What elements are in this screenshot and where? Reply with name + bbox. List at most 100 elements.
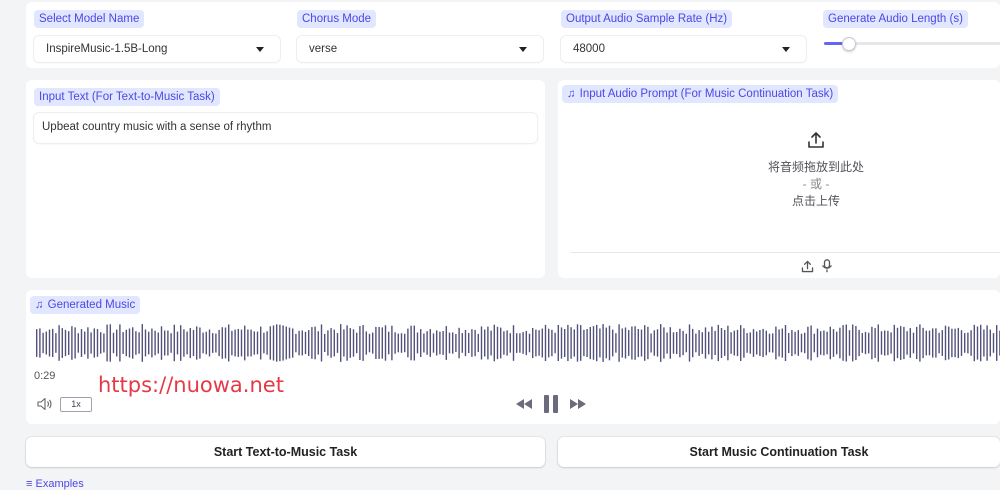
audio-prompt-label: ♫ Input Audio Prompt (For Music Continuat… xyxy=(562,85,839,103)
waveform-bar xyxy=(637,329,639,357)
waveform-bar xyxy=(84,331,86,355)
waveform-bar xyxy=(468,332,470,354)
waveform-bar xyxy=(423,333,425,353)
waveform-bar xyxy=(512,325,515,361)
waveform-bar xyxy=(36,329,38,357)
slider-thumb[interactable] xyxy=(842,37,856,51)
waveform-bar xyxy=(743,328,745,358)
waveform-bar xyxy=(439,331,441,355)
waveform-bar xyxy=(343,329,345,357)
waveform-bar xyxy=(608,325,611,361)
waveform-bar xyxy=(855,326,857,361)
waveform-bar xyxy=(954,328,956,358)
waveform-bar xyxy=(311,327,313,359)
fast-forward-icon[interactable] xyxy=(569,398,587,410)
waveform-bar xyxy=(778,329,780,357)
music-note-icon: ♫ xyxy=(567,88,576,100)
waveform-bar xyxy=(663,327,665,359)
chorus-select-value: verse xyxy=(309,43,338,55)
waveform-bar xyxy=(240,329,243,357)
waveform-bar xyxy=(900,326,902,360)
waveform-bar xyxy=(263,332,265,354)
input-text-panel xyxy=(26,80,545,278)
chorus-select[interactable]: verse xyxy=(297,36,543,62)
waveform-bar xyxy=(192,330,195,356)
length-slider[interactable] xyxy=(824,37,1000,51)
waveform-bar xyxy=(772,333,774,353)
waveform-bar xyxy=(378,327,380,359)
waveform-bar xyxy=(413,325,415,361)
waveform-bar xyxy=(573,329,575,357)
waveform-bar xyxy=(474,329,476,357)
waveform-bar xyxy=(644,325,646,361)
waveform-bar xyxy=(256,331,259,355)
waveform-bar xyxy=(877,324,879,362)
waveform-bar xyxy=(826,331,828,355)
waveform-bar xyxy=(304,331,307,355)
waveform-bar xyxy=(932,328,934,358)
waveform-bar xyxy=(874,328,876,358)
pause-icon[interactable] xyxy=(544,395,558,413)
waveform-bar xyxy=(234,329,236,357)
waveform-bar xyxy=(349,328,351,358)
model-select[interactable]: InspireMusic-1.5B-Long xyxy=(34,36,280,62)
waveform-bar xyxy=(919,324,921,362)
waveform-bar xyxy=(96,329,99,357)
waveform-bar xyxy=(656,329,659,357)
waveform-bar xyxy=(327,330,329,356)
waveform-bar xyxy=(80,329,83,357)
waveform-bar xyxy=(186,331,188,355)
playback-speed-button[interactable]: 1x xyxy=(60,397,92,412)
waveform-bar xyxy=(138,332,140,354)
waveform-bar xyxy=(333,329,335,357)
sample-rate-select[interactable]: 48000 xyxy=(561,36,806,62)
waveform-bar xyxy=(205,331,207,355)
waveform-bar xyxy=(384,325,387,361)
waveform-bar xyxy=(480,326,483,360)
waveform-bar xyxy=(922,327,924,359)
waveform-bar xyxy=(711,326,713,360)
rewind-icon[interactable] xyxy=(515,398,533,410)
waveform-bar xyxy=(551,329,553,357)
waveform-bar xyxy=(400,333,403,353)
sample-rate-label: Output Audio Sample Rate (Hz) xyxy=(561,10,733,28)
waveform-bar xyxy=(228,324,230,362)
waveform-bar xyxy=(176,331,179,355)
waveform-bar xyxy=(884,330,886,356)
dropzone-click-text: 点击上传 xyxy=(791,194,840,208)
examples-header[interactable]: ≡ Examples xyxy=(26,478,84,490)
volume-icon[interactable] xyxy=(37,397,53,411)
waveform-bar xyxy=(452,332,454,354)
waveform-bar xyxy=(119,324,121,362)
chevron-down-icon xyxy=(782,47,790,52)
waveform[interactable] xyxy=(34,322,1000,364)
chevron-down-icon xyxy=(519,47,527,52)
waveform-bar xyxy=(68,331,70,355)
waveform-bar xyxy=(839,327,841,359)
waveform-bar xyxy=(525,331,527,356)
start-music-continuation-button[interactable]: Start Music Continuation Task xyxy=(558,437,1000,467)
waveform-bar xyxy=(144,329,147,357)
waveform-bar xyxy=(647,326,649,360)
start-text-to-music-button[interactable]: Start Text-to-Music Task xyxy=(26,437,545,467)
waveform-bar xyxy=(634,326,636,360)
microphone-icon[interactable] xyxy=(821,259,833,273)
waveform-bar xyxy=(660,324,662,362)
waveform-bar xyxy=(560,327,563,359)
waveform-bar xyxy=(429,329,431,357)
waveform-bar xyxy=(458,327,460,359)
waveform-bar xyxy=(381,327,383,359)
upload-source-icon[interactable] xyxy=(801,260,814,273)
waveform-bar xyxy=(720,328,723,358)
waveform-bar xyxy=(375,326,377,359)
waveform-bar xyxy=(231,330,233,356)
input-text-field[interactable]: Upbeat country music with a sense of rhy… xyxy=(34,113,537,143)
waveform-bar xyxy=(768,333,771,353)
waveform-bar xyxy=(832,329,835,357)
waveform-bar xyxy=(756,331,758,355)
waveform-bar xyxy=(631,326,633,360)
waveform-bar xyxy=(970,330,972,356)
waveform-bar xyxy=(272,325,275,361)
waveform-bar xyxy=(570,327,572,359)
waveform-bar xyxy=(957,327,959,359)
